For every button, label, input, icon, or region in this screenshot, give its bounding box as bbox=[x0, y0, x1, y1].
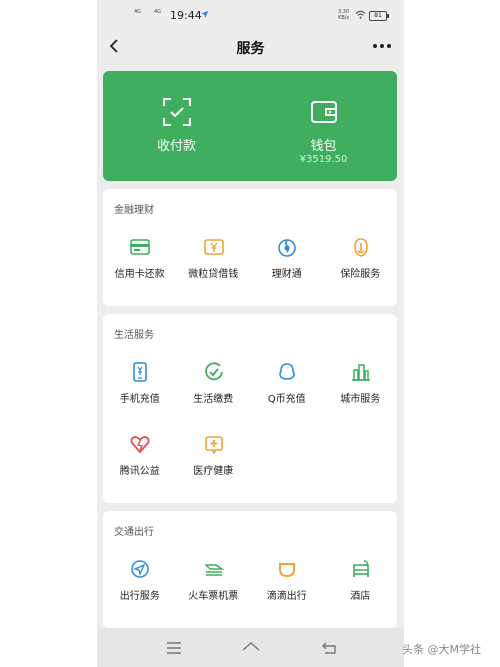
nav-bar: 服务 bbox=[97, 30, 404, 64]
home-icon[interactable] bbox=[241, 640, 261, 656]
phone-topup-button[interactable]: 手机充值 bbox=[103, 362, 177, 422]
menu-icon[interactable] bbox=[164, 640, 184, 656]
section-title: 生活服务 bbox=[114, 330, 154, 341]
scan-check-icon bbox=[163, 98, 191, 126]
battery-indicator: 81 bbox=[369, 11, 389, 21]
charity-heart-icon bbox=[130, 436, 150, 454]
city-service-button[interactable]: 城市服务 bbox=[324, 362, 398, 422]
return-icon[interactable] bbox=[320, 640, 340, 656]
train-plane-icon bbox=[203, 564, 224, 576]
network-indicator-1: 4G bbox=[134, 9, 142, 15]
network-indicator-2: 4G bbox=[154, 9, 162, 15]
travel-compass-icon bbox=[131, 560, 149, 578]
travel-service-button[interactable]: 出行服务 bbox=[103, 559, 177, 619]
medical-icon bbox=[204, 436, 223, 454]
pay-receive-label: 收付款 bbox=[156, 139, 196, 154]
location-arrow-icon bbox=[200, 10, 209, 19]
page-title: 服务 bbox=[236, 41, 265, 57]
system-navigation-bar bbox=[97, 628, 404, 667]
finance-section: 金融理财 信用卡还款 微粒贷借钱 理财通 保险服务 bbox=[103, 189, 397, 306]
watermark: 头条 @大M学社 bbox=[402, 643, 481, 656]
section-title: 交通出行 bbox=[114, 527, 154, 538]
city-service-icon bbox=[351, 364, 370, 381]
insurance-icon bbox=[353, 238, 368, 257]
loan-icon bbox=[203, 239, 224, 255]
pay-receive-button[interactable]: 收付款 bbox=[103, 71, 250, 181]
charity-button[interactable]: 腾讯公益 bbox=[103, 434, 177, 494]
wallet-balance: ¥3519.50 bbox=[299, 154, 348, 165]
travel-section: 交通出行 出行服务 火车票机票 滴滴出行 酒店 bbox=[103, 511, 397, 628]
didi-icon bbox=[279, 563, 295, 578]
status-bar: 4G 4G 19:44 3.30 KB/s 81 bbox=[97, 0, 404, 30]
qq-coin-icon bbox=[279, 363, 295, 380]
credit-card-repay-button[interactable]: 信用卡还款 bbox=[103, 237, 177, 297]
wealth-button[interactable]: 理财通 bbox=[250, 237, 324, 297]
more-options-icon[interactable] bbox=[370, 36, 394, 56]
bill-pay-button[interactable]: 生活缴费 bbox=[177, 362, 251, 422]
wallet-icon bbox=[311, 101, 337, 123]
qq-coin-button[interactable]: Q币充值 bbox=[250, 362, 324, 422]
wallet-card: 收付款 钱包 ¥3519.50 bbox=[103, 71, 397, 181]
hotel-button[interactable]: 酒店 bbox=[324, 559, 398, 619]
loan-button[interactable]: 微粒贷借钱 bbox=[177, 237, 251, 297]
section-title: 金融理财 bbox=[114, 205, 154, 216]
train-plane-ticket-button[interactable]: 火车票机票 bbox=[177, 559, 251, 619]
life-services-section: 生活服务 手机充值 生活缴费 Q币充值 城市服务 腾讯公益 医疗健康 bbox=[103, 314, 397, 503]
bill-pay-icon bbox=[204, 362, 223, 381]
didi-button[interactable]: 滴滴出行 bbox=[250, 559, 324, 619]
network-speed: 3.30 KB/s bbox=[338, 9, 350, 21]
phone-screen: 4G 4G 19:44 3.30 KB/s 81 服务 收付款 钱包 ¥3519… bbox=[97, 0, 404, 667]
insurance-button[interactable]: 保险服务 bbox=[324, 237, 398, 297]
medical-button[interactable]: 医疗健康 bbox=[177, 434, 251, 494]
clock: 19:44 bbox=[170, 9, 202, 22]
hotel-bed-icon bbox=[352, 560, 369, 577]
wallet-label: 钱包 bbox=[310, 139, 337, 154]
wealth-icon bbox=[278, 239, 296, 257]
phone-topup-icon bbox=[133, 362, 147, 382]
wifi-icon bbox=[355, 10, 366, 19]
wallet-button[interactable]: 钱包 ¥3519.50 bbox=[250, 71, 397, 181]
credit-card-icon bbox=[130, 239, 150, 255]
